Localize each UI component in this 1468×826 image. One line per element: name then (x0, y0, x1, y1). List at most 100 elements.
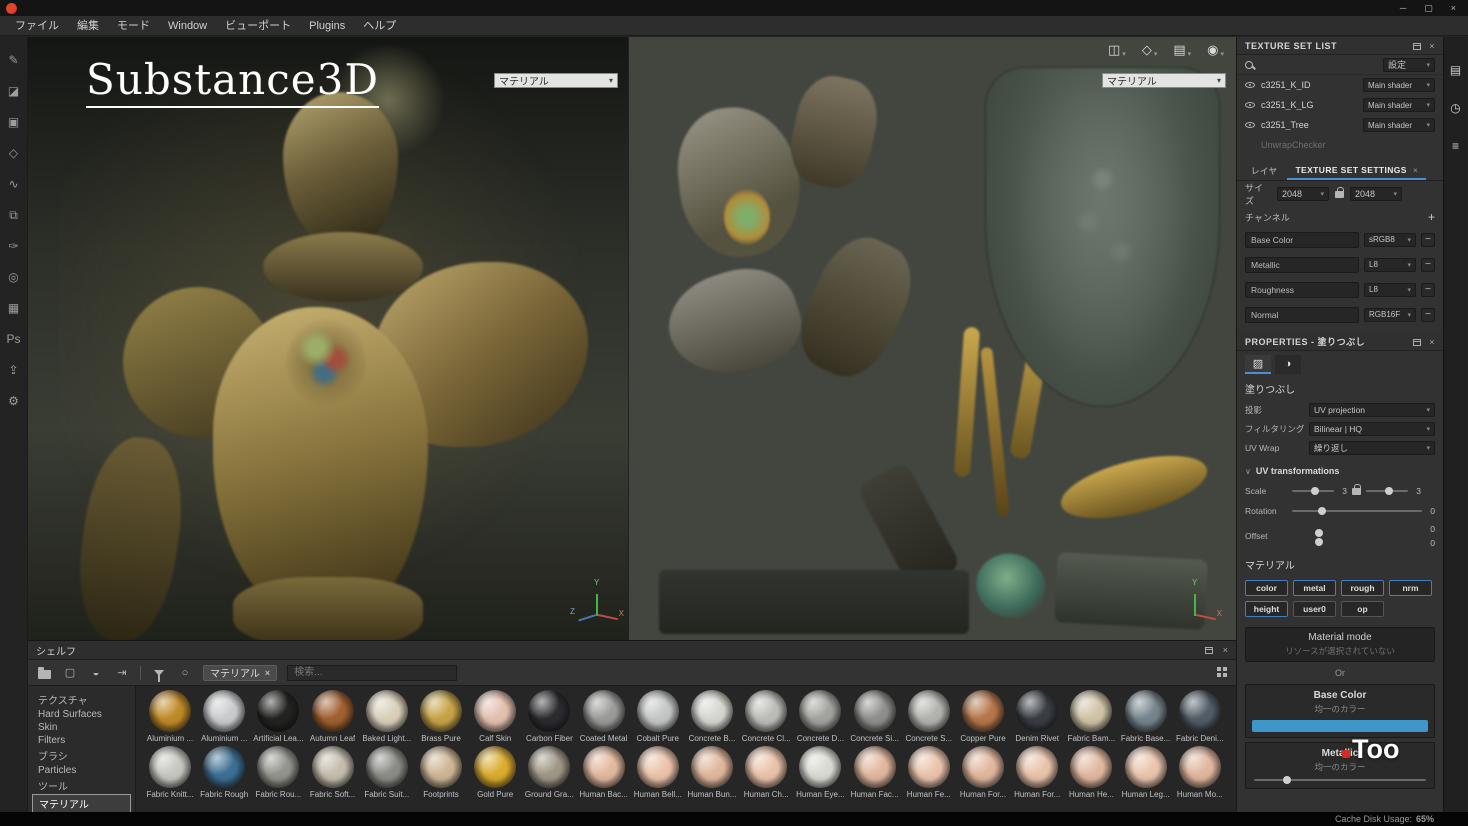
material-thumb[interactable]: Human Fac... (849, 746, 901, 799)
settings-gear-icon[interactable]: ⚙ (4, 392, 24, 410)
channel-slot-button[interactable]: op (1341, 601, 1384, 617)
material-thumb[interactable]: Baked Light... (361, 690, 413, 743)
menu-item[interactable]: Window (159, 16, 216, 36)
close-icon[interactable]: × (1223, 645, 1228, 655)
texture-set-row[interactable]: c3251_K_LG Main shader ▾ (1237, 95, 1443, 115)
grid-view-icon[interactable] (1217, 667, 1228, 678)
material-thumb[interactable]: Carbon Fiber (523, 690, 575, 743)
base-color-swatch[interactable] (1252, 720, 1428, 732)
channel-format-dropdown[interactable]: sRGB8 ▾ (1364, 233, 1416, 247)
menu-item[interactable]: Plugins (300, 16, 354, 36)
channel-slot-button[interactable]: metal (1293, 580, 1336, 596)
material-thumb[interactable]: Copper Pure (957, 690, 1009, 743)
size-height-dropdown[interactable]: 2048 ▾ (1350, 187, 1402, 201)
shading-mode-icon[interactable]: ◇ ▾ (1142, 42, 1158, 58)
effects-icon[interactable]: ◎ (4, 268, 24, 286)
material-thumb[interactable]: Fabric Soft... (307, 746, 359, 799)
shelf-category[interactable]: Hard Surfaces (28, 708, 135, 721)
channel-format-dropdown[interactable]: L8 ▾ (1364, 283, 1416, 297)
eraser-tool-icon[interactable]: ◪ (4, 82, 24, 100)
filtering-dropdown[interactable]: Bilinear | HQ ▾ (1309, 422, 1435, 436)
channel-name[interactable]: Roughness (1245, 282, 1359, 298)
shelf-search-input[interactable] (287, 665, 457, 681)
menu-item[interactable]: ヘルプ (354, 16, 405, 36)
material-thumb[interactable]: Ground Gra... (523, 746, 575, 799)
log-list-icon[interactable]: ≡ (1452, 139, 1459, 153)
photoshop-icon[interactable]: Ps (4, 330, 24, 348)
uv-wrap-dropdown[interactable]: 繰り返し ▾ (1309, 441, 1435, 455)
maximize-button[interactable]: ▢ (1424, 0, 1433, 16)
shader-dropdown[interactable]: Main shader ▾ (1363, 78, 1435, 92)
material-thumb[interactable]: Concrete S... (903, 690, 955, 743)
channel-name[interactable]: Metallic (1245, 257, 1359, 273)
material-thumb[interactable]: Concrete Si... (849, 690, 901, 743)
remove-channel-button[interactable]: − (1421, 308, 1435, 322)
channel-slot-button[interactable]: user0 (1293, 601, 1336, 617)
material-thumb[interactable]: Fabric Deni... (1174, 690, 1226, 743)
undock-icon[interactable] (1205, 647, 1213, 654)
material-mode-box[interactable]: Material mode リソースが選択されていない (1245, 627, 1435, 662)
smudge-tool-icon[interactable]: ∿ (4, 175, 24, 193)
material-thumb[interactable]: Human For... (1011, 746, 1063, 799)
viewport-3d[interactable]: Substance3D マテリアル ▾ YXZ (28, 37, 628, 640)
visibility-eye-icon[interactable] (1245, 82, 1255, 88)
material-thumb[interactable]: Fabric Base... (1120, 690, 1172, 743)
scale-u-slider[interactable] (1292, 490, 1334, 492)
split-view-icon[interactable]: ◫ ▾ (1108, 42, 1126, 58)
shader-dropdown[interactable]: Main shader ▾ (1363, 98, 1435, 112)
channel-slot-button[interactable]: rough (1341, 580, 1384, 596)
uv-transformations-header[interactable]: ∨ UV transformations (1237, 461, 1443, 481)
close-button[interactable]: × (1451, 0, 1456, 16)
material-thumb[interactable]: Human For... (957, 746, 1009, 799)
scale-link-lock-icon[interactable] (1352, 488, 1361, 495)
generators-icon[interactable]: ▦ (4, 299, 24, 317)
paint-tool-icon[interactable]: ✎ (4, 51, 24, 69)
hide-icon[interactable]: ◒ (88, 666, 104, 680)
remove-channel-button[interactable]: − (1421, 258, 1435, 272)
import-icon[interactable]: ⇥ (114, 666, 130, 680)
material-thumb[interactable]: Concrete B... (686, 690, 738, 743)
material-thumb[interactable]: Human He... (1065, 746, 1117, 799)
close-icon[interactable]: × (1429, 41, 1435, 51)
folder-icon[interactable] (36, 666, 52, 680)
shelf-category[interactable]: Filters (28, 734, 135, 747)
material-thumb[interactable]: Human Ch... (740, 746, 792, 799)
add-channel-button[interactable]: + (1428, 210, 1435, 224)
material-picker-tool-icon[interactable]: ✑ (4, 237, 24, 255)
tab-texture-set-settings[interactable]: TEXTURE SET SETTINGS × (1287, 162, 1426, 180)
material-thumb[interactable]: Fabric Bam... (1065, 690, 1117, 743)
channel-slot-button[interactable]: height (1245, 601, 1288, 617)
metallic-slider[interactable] (1254, 779, 1426, 781)
material-thumb[interactable]: Human Fe... (903, 746, 955, 799)
close-icon[interactable]: × (1413, 165, 1418, 175)
material-thumb[interactable]: Artificial Lea... (252, 690, 304, 743)
material-thumb[interactable]: Denim Rivet (1011, 690, 1063, 743)
rotation-slider[interactable] (1292, 510, 1422, 512)
viewport-2d-uv[interactable]: マテリアル ▾ YX (629, 37, 1236, 640)
shelf-category[interactable]: テクスチャ (28, 691, 135, 708)
polygon-fill-tool-icon[interactable]: ◇ (4, 144, 24, 162)
shelf-category[interactable]: ブラシ (28, 747, 135, 764)
material-thumb[interactable]: Concrete D... (794, 690, 846, 743)
search-icon[interactable] (1245, 61, 1253, 69)
material-thumb[interactable]: Fabric Knitt... (144, 746, 196, 799)
menu-item[interactable]: ファイル (6, 16, 68, 36)
projection-tool-icon[interactable]: ▣ (4, 113, 24, 131)
menu-item[interactable]: モード (108, 16, 159, 36)
remove-channel-button[interactable]: − (1421, 283, 1435, 297)
camera-icon[interactable]: ◉ ▾ (1207, 42, 1224, 58)
size-width-dropdown[interactable]: 2048 ▾ (1277, 187, 1329, 201)
remove-tag-icon[interactable]: × (265, 668, 270, 678)
material-thumb[interactable]: Human Eye... (794, 746, 846, 799)
material-thumb[interactable]: Fabric Suit... (361, 746, 413, 799)
channel-format-dropdown[interactable]: L8 ▾ (1364, 258, 1416, 272)
lock-icon[interactable] (1335, 191, 1344, 198)
history-icon[interactable]: ◷ (1450, 101, 1460, 115)
shelf-category[interactable]: Particles (28, 764, 135, 777)
material-thumb[interactable]: Human Bell... (632, 746, 684, 799)
menu-item[interactable]: 編集 (68, 16, 108, 36)
material-thumb[interactable]: Human Bun... (686, 746, 738, 799)
scale-v-slider[interactable] (1366, 490, 1408, 492)
tab-layers[interactable]: レイヤ (1243, 162, 1285, 180)
settings-dropdown[interactable]: 設定 ▾ (1383, 58, 1435, 72)
